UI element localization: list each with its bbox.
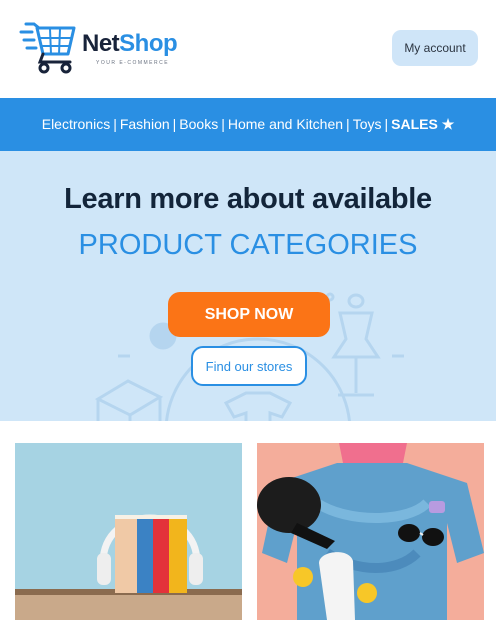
brand-name: NetShop [82, 30, 178, 58]
nav-separator: | [113, 116, 117, 132]
hero-title-line2: PRODUCT CATEGORIES [78, 229, 418, 261]
brand-name-shop: Shop [119, 30, 178, 57]
hero-title-line1: Learn more about available [64, 183, 432, 215]
brand-logo[interactable]: NetShop YOUR E-COMMERCE [18, 18, 188, 76]
books-headphones-image [15, 443, 242, 620]
product-card-fashion[interactable] [257, 443, 484, 620]
shop-now-button[interactable]: SHOP NOW [168, 292, 330, 337]
category-nav: Electronics | Fashion | Books | Home and Kitch… [0, 98, 496, 151]
nav-separator: | [172, 116, 177, 132]
brand-name-net: Net [82, 30, 120, 57]
my-account-button[interactable]: My account [392, 30, 478, 66]
nav-item-electronics[interactable]: Electronics [42, 116, 110, 132]
brand-tagline: YOUR E-COMMERCE [96, 60, 170, 66]
shopping-cart-icon [19, 22, 76, 74]
nav-separator: | [346, 116, 350, 132]
hero-banner: Learn more about available PRODUCT CATEG… [0, 151, 496, 421]
header: NetShop YOUR E-COMMERCE My account [0, 0, 496, 98]
fashion-flatlay-image [257, 443, 484, 620]
nav-item-sales[interactable]: SALES ★ [391, 116, 454, 132]
find-stores-button[interactable]: Find our stores [191, 346, 307, 386]
product-card-books[interactable] [15, 443, 242, 620]
nav-separator: | [384, 116, 389, 132]
nav-item-home-and-kitchen[interactable]: Home and Kitchen [228, 116, 343, 132]
nav-separator: | [221, 116, 225, 132]
nav-item-books[interactable]: Books [179, 116, 218, 132]
nav-item-toys[interactable]: Toys [353, 116, 382, 132]
nav-item-fashion[interactable]: Fashion [120, 116, 170, 132]
